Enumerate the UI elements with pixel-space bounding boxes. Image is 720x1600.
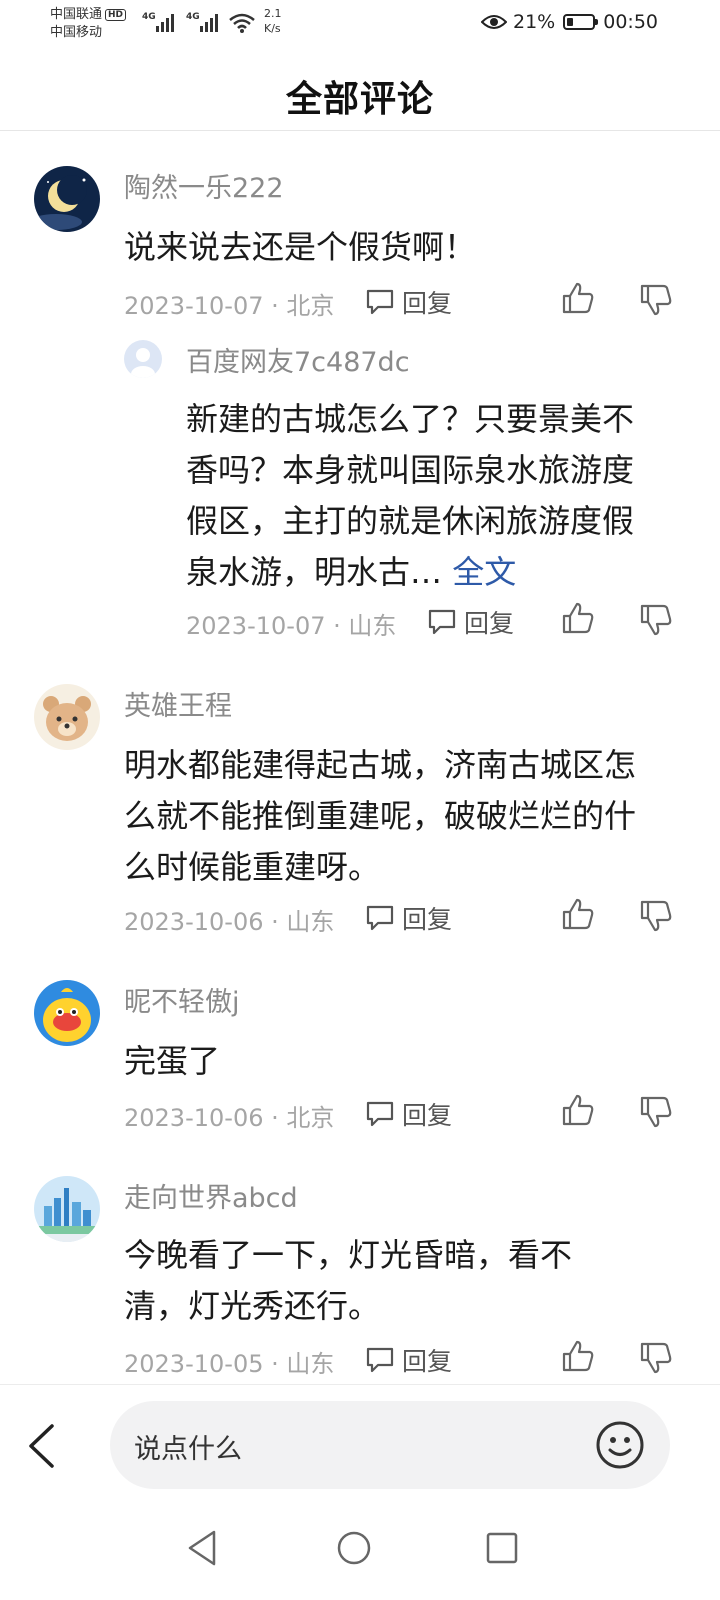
comment-text: 完蛋了 (124, 1042, 221, 1080)
speech-bubble-icon (366, 1101, 394, 1127)
thumbs-up-icon[interactable] (560, 1092, 596, 1128)
hd-badge: HD (105, 9, 127, 21)
reply-button[interactable]: 回复 (364, 284, 452, 320)
bear-avatar-image (34, 684, 100, 750)
page-title: 全部评论 (285, 79, 434, 120)
username[interactable]: 昵不轻傲j (124, 980, 240, 1019)
speech-bubble-icon (366, 1347, 394, 1373)
reply-text: 新建的古城怎么了？只要景美不香吗？本身就叫国际泉水旅游度假区，主打的就是休闲旅游… (186, 400, 635, 591)
username[interactable]: 陶然一乐222 (124, 166, 284, 205)
username[interactable]: 百度网友7c487dc (186, 340, 410, 379)
signal-icon: 4G (142, 12, 174, 32)
cartoon-avatar-image (34, 980, 100, 1046)
moon-avatar-image (34, 166, 100, 232)
reply-label: 回复 (402, 1101, 453, 1130)
username[interactable]: 英雄王程 (124, 684, 232, 723)
header: 全部评论 (0, 52, 720, 131)
speech-bubble-icon (428, 609, 456, 635)
avatar[interactable] (34, 684, 100, 750)
system-status: 21% 00:50 (481, 11, 658, 33)
nav-recents-icon[interactable] (484, 1528, 520, 1568)
carrier-1: 中国联通 (50, 7, 103, 22)
reply-button[interactable]: 回复 (364, 1096, 452, 1132)
back-arrow-icon[interactable] (26, 1423, 56, 1469)
full-text-link[interactable]: 全文 (452, 553, 516, 591)
clock: 00:50 (603, 11, 658, 33)
thumbs-down-icon[interactable] (638, 602, 674, 638)
thumbs-down-icon[interactable] (638, 1340, 674, 1376)
smiley-icon[interactable] (594, 1419, 646, 1471)
signal-icon-2: 4G (186, 12, 218, 32)
comment-date-location: 2023-10-05 · 山东 (124, 1350, 335, 1378)
comment-date-location: 2023-10-07 · 北京 (124, 292, 335, 320)
wifi-icon (229, 13, 255, 33)
reply-date-location: 2023-10-07 · 山东 (186, 612, 397, 640)
carrier-info: 中国联通 HD 中国移动 (50, 6, 127, 42)
avatar[interactable] (34, 1176, 100, 1242)
comment-text: 今晚看了一下，灯光昏暗，看不清，灯光秀还行。 (124, 1236, 573, 1325)
comment-text: 说来说去还是个假货啊！ (124, 228, 477, 266)
reply-button[interactable]: 回复 (426, 604, 514, 640)
eye-comfort-icon (481, 15, 507, 29)
carrier-2: 中国移动 (50, 25, 103, 40)
reply-label: 回复 (402, 289, 453, 318)
username[interactable]: 走向世界abcd (124, 1176, 298, 1215)
network-speed: 2.1 K/s (264, 7, 282, 35)
reply-button[interactable]: 回复 (364, 1342, 452, 1378)
battery-icon (563, 14, 599, 30)
city-skyline-avatar-image (34, 1176, 100, 1242)
svg-text:4G: 4G (186, 12, 200, 22)
default-user-avatar (124, 340, 162, 378)
nav-home-icon[interactable] (336, 1528, 372, 1568)
avatar[interactable] (34, 166, 100, 232)
thumbs-down-icon[interactable] (638, 282, 674, 318)
comment-date-location: 2023-10-06 · 山东 (124, 908, 335, 936)
thumbs-up-icon[interactable] (560, 600, 596, 636)
reply-label: 回复 (402, 1347, 453, 1376)
speech-bubble-icon (366, 905, 394, 931)
thumbs-up-icon[interactable] (560, 1338, 596, 1374)
speech-bubble-icon (366, 289, 394, 315)
avatar[interactable] (124, 340, 162, 378)
comment-input-bar: 说点什么 (0, 1384, 720, 1505)
thumbs-down-icon[interactable] (638, 898, 674, 934)
thumbs-up-icon[interactable] (560, 896, 596, 932)
reply-button[interactable]: 回复 (364, 900, 452, 936)
comment-date-location: 2023-10-06 · 北京 (124, 1104, 335, 1132)
nav-back-icon[interactable] (184, 1528, 220, 1568)
status-bar: 中国联通 HD 中国移动 4G 4G 2.1 K/s 21% 00:50 (0, 0, 720, 52)
comment-input[interactable]: 说点什么 (110, 1401, 670, 1489)
comment-text: 明水都能建得起古城，济南古城区怎么就不能推倒重建呢，破破烂烂的什么时候能重建呀。 (124, 746, 637, 886)
avatar[interactable] (34, 980, 100, 1046)
thumbs-up-icon[interactable] (560, 280, 596, 316)
battery-percent: 21% (513, 11, 556, 33)
comment-input-placeholder: 说点什么 (134, 1434, 242, 1465)
system-nav-bar (0, 1504, 720, 1600)
svg-text:4G: 4G (142, 12, 156, 22)
reply-label: 回复 (464, 609, 515, 638)
thumbs-down-icon[interactable] (638, 1094, 674, 1130)
reply-label: 回复 (402, 905, 453, 934)
